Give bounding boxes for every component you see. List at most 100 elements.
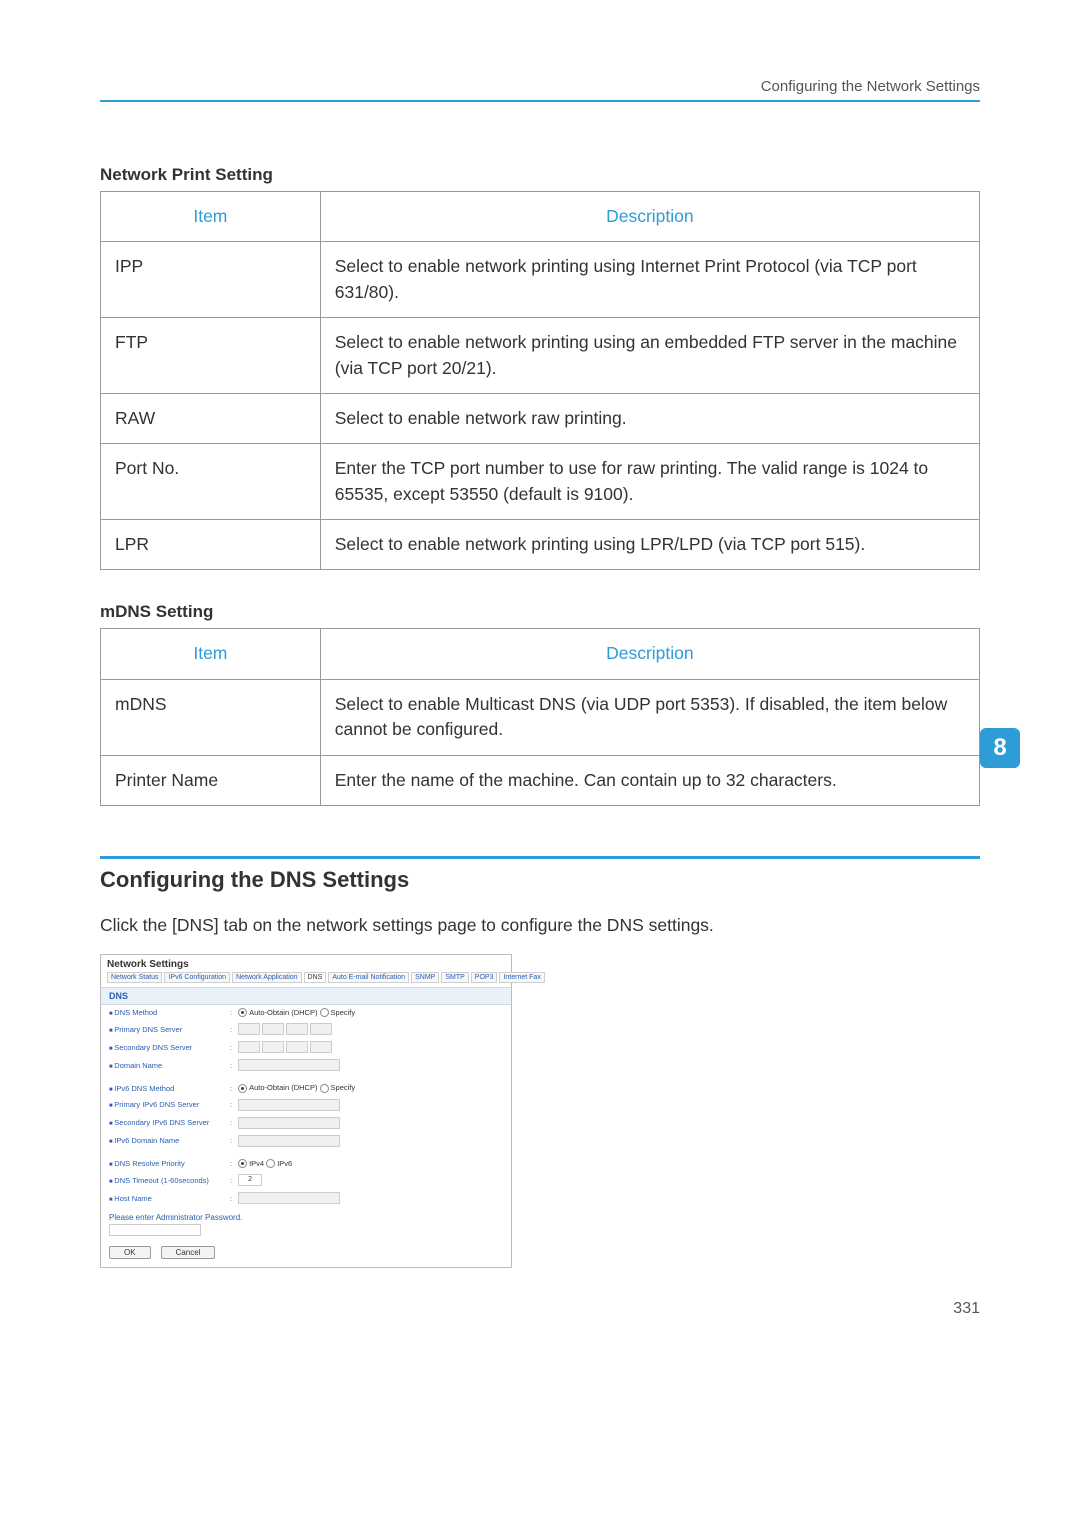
embedded-text-field[interactable]: [238, 1135, 340, 1147]
embedded-row: DNS Method: Auto-Obtain (DHCP) Specify: [101, 1005, 511, 1021]
cell-description: Select to enable network printing using …: [320, 318, 979, 394]
embedded-row: Domain Name:: [101, 1056, 511, 1074]
embedded-tab[interactable]: Auto E-mail Notification: [328, 972, 409, 983]
radio-label: Specify: [331, 1008, 356, 1017]
th-item: Item: [101, 192, 321, 242]
cell-description: Select to enable Multicast DNS (via UDP …: [320, 679, 979, 755]
cell-description: Select to enable network raw printing.: [320, 393, 979, 443]
page-number: 331: [953, 1300, 980, 1318]
ip-segment[interactable]: [310, 1023, 332, 1035]
table-row: FTP Select to enable network printing us…: [101, 318, 980, 394]
chapter-tab: 8: [980, 728, 1020, 768]
radio-icon[interactable]: [320, 1008, 329, 1017]
section-title-network-print: Network Print Setting: [100, 165, 980, 185]
embedded-colon: :: [230, 1084, 232, 1093]
embedded-text-field[interactable]: [238, 1117, 340, 1129]
embedded-password-input[interactable]: [109, 1224, 201, 1236]
ip-segment[interactable]: [262, 1041, 284, 1053]
cell-item: mDNS: [101, 679, 321, 755]
embedded-colon: :: [230, 1136, 232, 1145]
embedded-row-label: Primary IPv6 DNS Server: [109, 1100, 224, 1109]
radio-icon[interactable]: [238, 1084, 247, 1093]
embedded-row: Secondary DNS Server:: [101, 1038, 511, 1056]
cell-description: Select to enable network printing using …: [320, 520, 979, 570]
embedded-row-label: DNS Method: [109, 1008, 224, 1017]
embedded-colon: :: [230, 1008, 232, 1017]
embedded-colon: :: [230, 1100, 232, 1109]
radio-label: IPv4: [249, 1159, 266, 1168]
section-title-mdns: mDNS Setting: [100, 602, 980, 622]
embedded-password-label: Please enter Administrator Password.: [101, 1207, 511, 1224]
embedded-ip-field[interactable]: [238, 1023, 332, 1035]
embedded-tabs: Network Status IPv6 Configuration Networ…: [101, 972, 511, 987]
embedded-colon: :: [230, 1043, 232, 1052]
ip-segment[interactable]: [310, 1041, 332, 1053]
th-description: Description: [320, 192, 979, 242]
embedded-tab[interactable]: SNMP: [411, 972, 439, 983]
embedded-row: DNS Timeout (1-60seconds):2: [101, 1171, 511, 1189]
radio-icon[interactable]: [266, 1159, 275, 1168]
ip-segment[interactable]: [262, 1023, 284, 1035]
embedded-radio-group[interactable]: Auto-Obtain (DHCP) Specify: [238, 1083, 355, 1093]
embedded-section-head: DNS: [101, 987, 511, 1005]
embedded-text-field[interactable]: [238, 1099, 340, 1111]
embedded-row-label: Secondary IPv6 DNS Server: [109, 1118, 224, 1127]
embedded-row: Secondary IPv6 DNS Server:: [101, 1114, 511, 1132]
embedded-colon: :: [230, 1118, 232, 1127]
radio-label: IPv6: [277, 1159, 292, 1168]
embedded-tab[interactable]: Network Status: [107, 972, 162, 983]
embedded-row-label: DNS Timeout (1-60seconds): [109, 1176, 224, 1185]
ip-segment[interactable]: [286, 1023, 308, 1035]
embedded-radio-group[interactable]: IPv4 IPv6: [238, 1159, 292, 1169]
heading-dns: Configuring the DNS Settings: [100, 867, 980, 893]
table-network-print: Item Description IPP Select to enable ne…: [100, 191, 980, 570]
embedded-row-label: Domain Name: [109, 1061, 224, 1070]
embedded-radio-group[interactable]: Auto-Obtain (DHCP) Specify: [238, 1008, 355, 1018]
cell-item: Port No.: [101, 444, 321, 520]
cell-item: LPR: [101, 520, 321, 570]
embedded-tab[interactable]: Internet Fax: [499, 972, 544, 983]
ip-segment[interactable]: [286, 1041, 308, 1053]
embedded-colon: :: [230, 1194, 232, 1203]
running-header: Configuring the Network Settings: [761, 78, 980, 95]
embedded-tab[interactable]: IPv6 Configuration: [164, 972, 230, 983]
embedded-text-field[interactable]: [238, 1192, 340, 1204]
embedded-row: Primary DNS Server:: [101, 1020, 511, 1038]
cell-description: Select to enable network printing using …: [320, 242, 979, 318]
dns-intro-text: Click the [DNS] tab on the network setti…: [100, 915, 980, 936]
embedded-row: Primary IPv6 DNS Server:: [101, 1096, 511, 1114]
embedded-cancel-button[interactable]: Cancel: [161, 1246, 216, 1259]
embedded-tab[interactable]: POP3: [471, 972, 498, 983]
embedded-colon: :: [230, 1061, 232, 1070]
embedded-tab[interactable]: Network Application: [232, 972, 301, 983]
embedded-colon: :: [230, 1159, 232, 1168]
table-row: LPR Select to enable network printing us…: [101, 520, 980, 570]
embedded-row-label: DNS Resolve Priority: [109, 1159, 224, 1168]
radio-icon[interactable]: [238, 1159, 247, 1168]
embedded-ok-button[interactable]: OK: [109, 1246, 151, 1259]
th-item: Item: [101, 629, 321, 679]
embedded-text-field[interactable]: [238, 1059, 340, 1071]
th-description: Description: [320, 629, 979, 679]
embedded-colon: :: [230, 1025, 232, 1034]
embedded-row-label: IPv6 Domain Name: [109, 1136, 224, 1145]
header-divider: [100, 100, 980, 102]
cell-description: Enter the name of the machine. Can conta…: [320, 755, 979, 805]
ip-segment[interactable]: [238, 1041, 260, 1053]
cell-item: FTP: [101, 318, 321, 394]
embedded-tab[interactable]: SMTP: [441, 972, 468, 983]
embedded-number-field[interactable]: 2: [238, 1174, 262, 1186]
radio-icon[interactable]: [238, 1008, 247, 1017]
radio-label: Auto-Obtain (DHCP): [249, 1083, 319, 1092]
cell-item: RAW: [101, 393, 321, 443]
embedded-row: Host Name:: [101, 1189, 511, 1207]
ip-segment[interactable]: [238, 1023, 260, 1035]
cell-item: IPP: [101, 242, 321, 318]
table-row: mDNS Select to enable Multicast DNS (via…: [101, 679, 980, 755]
table-mdns: Item Description mDNS Select to enable M…: [100, 628, 980, 806]
embedded-tab-active[interactable]: DNS: [304, 972, 327, 983]
radio-icon[interactable]: [320, 1084, 329, 1093]
embedded-row: IPv6 DNS Method:Auto-Obtain (DHCP) Speci…: [101, 1080, 511, 1096]
embedded-ip-field[interactable]: [238, 1041, 332, 1053]
radio-label: Specify: [331, 1083, 356, 1092]
